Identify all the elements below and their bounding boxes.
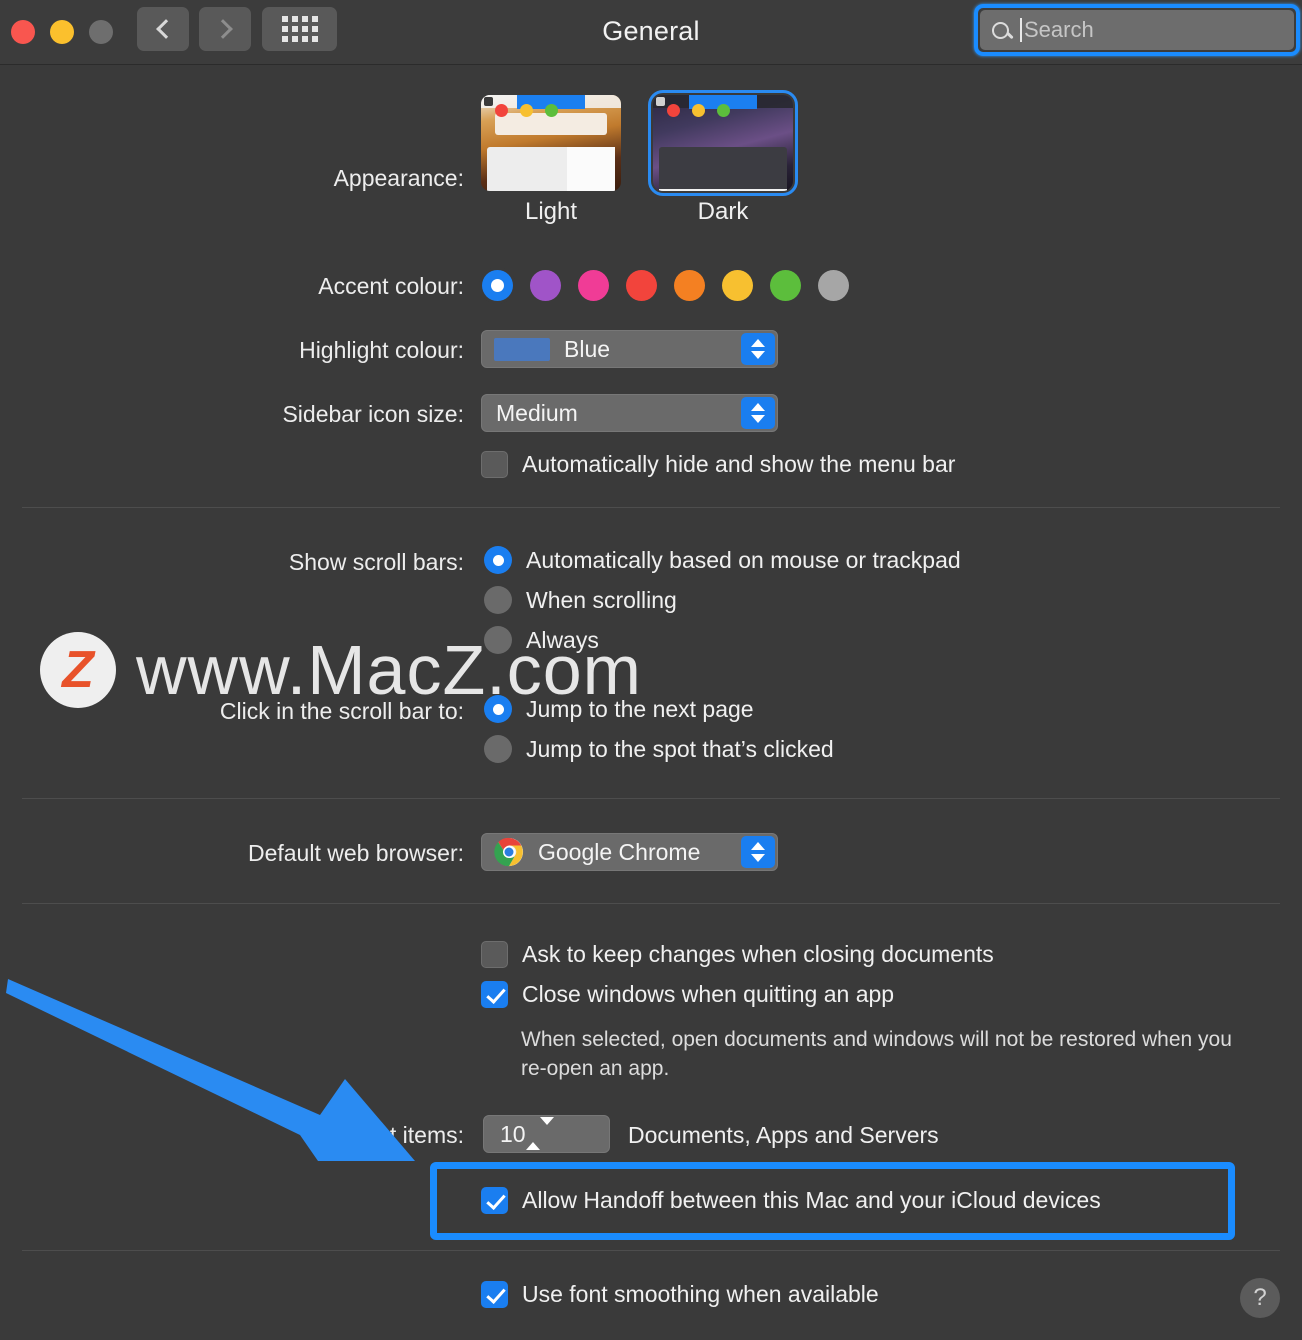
scrollbar-option-automatic[interactable]: Automatically based on mouse or trackpad xyxy=(484,546,961,574)
appearance-caption-dark: Dark xyxy=(697,198,749,225)
sidebar-icon-size-label: Sidebar icon size: xyxy=(282,401,464,427)
scrollbar-label-automatic: Automatically based on mouse or trackpad xyxy=(526,546,961,573)
text-caret xyxy=(1020,18,1022,42)
accent-swatch-green[interactable] xyxy=(770,270,801,301)
scrollbar-radio-when-scrolling[interactable] xyxy=(484,586,512,614)
apple-icon xyxy=(656,97,665,106)
accent-swatch-blue[interactable] xyxy=(482,270,513,301)
accent-swatch-orange[interactable] xyxy=(674,270,705,301)
click-scroll-option-spot-clicked[interactable]: Jump to the spot that’s clicked xyxy=(484,735,834,763)
sidebar-icon-size-popup[interactable]: Medium xyxy=(481,394,778,432)
light-card-split xyxy=(567,147,615,191)
chevron-updown-icon[interactable] xyxy=(741,397,775,429)
appearance-caption-light: Light xyxy=(524,198,578,225)
dark-card xyxy=(659,147,787,191)
appearance-option-dark[interactable] xyxy=(648,90,798,196)
close-windows-quitting-row[interactable]: Close windows when quitting an app xyxy=(481,981,894,1008)
accent-swatch-pink[interactable] xyxy=(578,270,609,301)
search-icon xyxy=(992,21,1009,39)
accent-colour-label: Accent colour: xyxy=(318,273,464,299)
close-windows-quitting-checkbox[interactable] xyxy=(481,981,508,1008)
highlight-colour-swatch xyxy=(494,337,550,361)
scrollbar-option-when-scrolling[interactable]: When scrolling xyxy=(484,586,677,614)
scrollbar-label-when-scrolling: When scrolling xyxy=(526,586,677,613)
font-smoothing-row[interactable]: Use font smoothing when available xyxy=(481,1281,879,1308)
watermark-badge: Z xyxy=(40,632,116,708)
default-web-browser-label: Default web browser: xyxy=(247,840,464,866)
ask-keep-changes-row[interactable]: Ask to keep changes when closing documen… xyxy=(481,941,994,968)
click-scroll-label-spot-clicked: Jump to the spot that’s clicked xyxy=(526,735,834,762)
apple-icon xyxy=(484,97,493,106)
watermark: Z www.MacZ.com xyxy=(40,630,642,710)
help-button[interactable]: ? xyxy=(1240,1278,1280,1318)
ask-keep-changes-label: Ask to keep changes when closing documen… xyxy=(522,941,994,967)
accent-swatch-yellow[interactable] xyxy=(722,270,753,301)
auto-hide-menu-bar-row[interactable]: Automatically hide and show the menu bar xyxy=(481,451,955,478)
dark-card-underline xyxy=(659,189,787,191)
font-smoothing-label: Use font smoothing when available xyxy=(522,1281,879,1307)
recent-items-suffix: Documents, Apps and Servers xyxy=(628,1122,939,1148)
auto-hide-menu-bar-checkbox[interactable] xyxy=(481,451,508,478)
accent-swatch-graphite[interactable] xyxy=(818,270,849,301)
close-windows-quitting-label: Close windows when quitting an app xyxy=(522,981,895,1007)
search-input[interactable]: Search xyxy=(980,10,1294,50)
show-scroll-bars-label: Show scroll bars: xyxy=(288,549,464,575)
accent-swatch-purple[interactable] xyxy=(530,270,561,301)
recent-items-label: Recent items: xyxy=(323,1122,464,1148)
watermark-badge-letter: Z xyxy=(62,641,94,699)
chevron-updown-icon[interactable] xyxy=(741,333,775,365)
search-field-container[interactable]: Search xyxy=(974,4,1300,56)
dark-card-traffic-lights xyxy=(667,104,730,117)
chrome-icon xyxy=(494,837,524,867)
scrollbar-radio-automatic[interactable] xyxy=(484,546,512,574)
section-divider xyxy=(22,507,1280,508)
recent-items-stepper[interactable]: 10 xyxy=(483,1115,610,1153)
accent-swatch-red[interactable] xyxy=(626,270,657,301)
close-windows-help-text: When selected, open documents and window… xyxy=(521,1028,1232,1080)
chevron-updown-icon[interactable] xyxy=(525,1117,554,1150)
section-divider xyxy=(22,798,1280,799)
appearance-label: Appearance: xyxy=(333,165,464,191)
appearance-option-light[interactable] xyxy=(481,95,621,191)
highlight-colour-popup[interactable]: Blue xyxy=(481,330,778,368)
section-divider xyxy=(22,903,1280,904)
section-divider xyxy=(22,1250,1280,1251)
chevron-updown-icon[interactable] xyxy=(741,836,775,868)
highlight-colour-label: Highlight colour: xyxy=(299,337,464,363)
light-card-traffic-lights xyxy=(495,104,558,117)
recent-items-value: 10 xyxy=(500,1120,526,1147)
highlight-colour-value: Blue xyxy=(564,335,611,362)
font-smoothing-checkbox[interactable] xyxy=(481,1281,508,1308)
sidebar-icon-size-value: Medium xyxy=(496,399,578,426)
default-web-browser-value: Google Chrome xyxy=(538,838,701,865)
watermark-text: www.MacZ.com xyxy=(136,631,642,709)
ask-keep-changes-checkbox[interactable] xyxy=(481,941,508,968)
click-scroll-radio-spot-clicked[interactable] xyxy=(484,735,512,763)
window-titlebar: General Search xyxy=(0,0,1302,65)
default-web-browser-popup[interactable]: Google Chrome xyxy=(481,833,778,871)
search-placeholder: Search xyxy=(1024,17,1094,42)
annotation-rectangle xyxy=(430,1162,1235,1240)
auto-hide-menu-bar-label: Automatically hide and show the menu bar xyxy=(522,451,956,477)
